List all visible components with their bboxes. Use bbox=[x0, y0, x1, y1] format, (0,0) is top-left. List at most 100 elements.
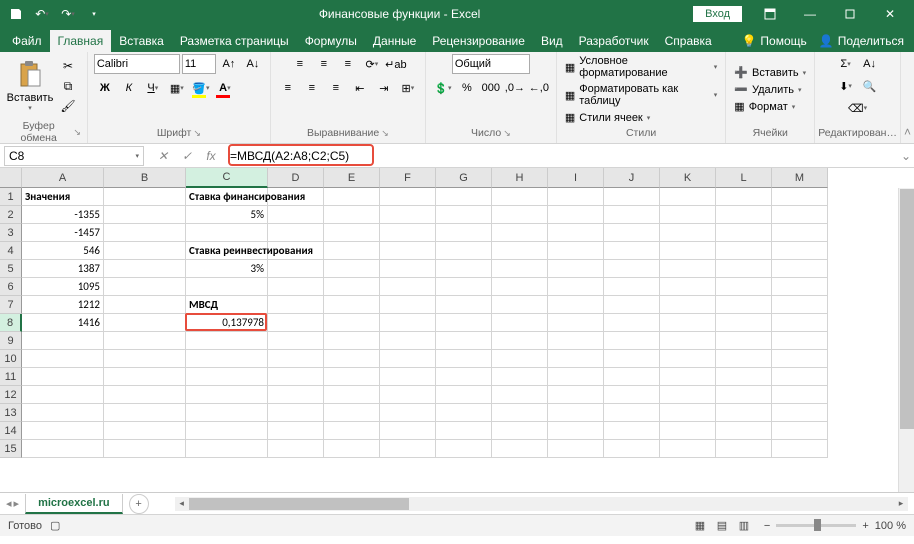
formula-bar[interactable]: =МВСД(A2:A8;C2;C5) bbox=[226, 146, 898, 166]
zoom-out-icon[interactable]: − bbox=[764, 520, 770, 532]
cell[interactable] bbox=[268, 296, 324, 314]
row-header[interactable]: 14 bbox=[0, 422, 22, 440]
wrap-text-icon[interactable]: ↵ab bbox=[385, 54, 407, 74]
share-button[interactable]: 👤Поделиться bbox=[813, 30, 910, 52]
add-sheet-button[interactable]: + bbox=[129, 494, 149, 514]
cell[interactable] bbox=[492, 314, 548, 332]
cell[interactable] bbox=[660, 404, 716, 422]
column-header[interactable]: I bbox=[548, 168, 604, 188]
decrease-decimal-icon[interactable]: ←,0 bbox=[528, 78, 550, 98]
cell[interactable]: 1416 bbox=[22, 314, 104, 332]
cell-styles-button[interactable]: ▦Стили ячеек▾ bbox=[563, 110, 719, 125]
cell[interactable] bbox=[492, 350, 548, 368]
cell[interactable]: МВСД bbox=[186, 296, 268, 314]
autosum-icon[interactable]: Σ▾ bbox=[835, 54, 857, 74]
zoom-thumb[interactable] bbox=[814, 519, 821, 531]
cell[interactable] bbox=[22, 440, 104, 458]
column-header[interactable]: F bbox=[380, 168, 436, 188]
cell[interactable] bbox=[436, 188, 492, 206]
cell[interactable] bbox=[548, 368, 604, 386]
cell[interactable] bbox=[716, 224, 772, 242]
cell[interactable] bbox=[186, 332, 268, 350]
cell[interactable] bbox=[436, 314, 492, 332]
horizontal-scrollbar[interactable]: ◂ ▸ bbox=[175, 497, 908, 511]
cell[interactable] bbox=[104, 224, 186, 242]
row-header[interactable]: 1 bbox=[0, 188, 22, 206]
cell[interactable] bbox=[492, 260, 548, 278]
name-box[interactable]: C8▾ bbox=[4, 146, 144, 166]
sheet-tab[interactable]: microexcel.ru bbox=[25, 494, 123, 514]
cell[interactable] bbox=[772, 440, 828, 458]
cell[interactable] bbox=[380, 260, 436, 278]
cell[interactable] bbox=[436, 422, 492, 440]
currency-icon[interactable]: 💲▾ bbox=[432, 78, 454, 98]
cell[interactable]: 546 bbox=[22, 242, 104, 260]
vertical-scroll-thumb[interactable] bbox=[900, 189, 914, 429]
column-header[interactable]: A bbox=[22, 168, 104, 188]
cell[interactable]: 1212 bbox=[22, 296, 104, 314]
sort-filter-icon[interactable]: A↓ bbox=[859, 54, 881, 74]
cell[interactable] bbox=[436, 404, 492, 422]
column-header[interactable]: L bbox=[716, 168, 772, 188]
hscroll-right-icon[interactable]: ▸ bbox=[894, 498, 908, 509]
cell[interactable] bbox=[548, 278, 604, 296]
row-header[interactable]: 8 bbox=[0, 314, 22, 332]
qat-customize-icon[interactable]: ▾ bbox=[82, 2, 106, 26]
indent-right-icon[interactable]: ⇥ bbox=[373, 78, 395, 98]
cell[interactable]: -1355 bbox=[22, 206, 104, 224]
cell[interactable]: 3% bbox=[186, 260, 268, 278]
normal-view-icon[interactable]: ▦ bbox=[690, 517, 710, 535]
cell[interactable] bbox=[548, 404, 604, 422]
cell[interactable] bbox=[268, 422, 324, 440]
cell[interactable] bbox=[324, 206, 380, 224]
tab-view[interactable]: Вид bbox=[533, 30, 571, 52]
merge-icon[interactable]: ⊞▾ bbox=[397, 78, 419, 98]
tab-home[interactable]: Главная bbox=[50, 30, 112, 52]
cell[interactable] bbox=[324, 350, 380, 368]
cell[interactable] bbox=[716, 296, 772, 314]
cell[interactable] bbox=[772, 242, 828, 260]
tab-data[interactable]: Данные bbox=[365, 30, 424, 52]
cell[interactable] bbox=[22, 332, 104, 350]
cell[interactable] bbox=[436, 224, 492, 242]
percent-icon[interactable]: % bbox=[456, 78, 478, 98]
cell[interactable] bbox=[548, 440, 604, 458]
row-header[interactable]: 4 bbox=[0, 242, 22, 260]
cell[interactable] bbox=[324, 314, 380, 332]
column-header[interactable]: D bbox=[268, 168, 324, 188]
cell[interactable] bbox=[104, 260, 186, 278]
cell[interactable] bbox=[660, 332, 716, 350]
row-header[interactable]: 12 bbox=[0, 386, 22, 404]
font-launcher-icon[interactable]: ↘ bbox=[193, 128, 201, 139]
cell[interactable] bbox=[716, 368, 772, 386]
cell[interactable] bbox=[548, 386, 604, 404]
cell[interactable]: Ставка финансирования bbox=[186, 188, 268, 206]
cell[interactable] bbox=[380, 386, 436, 404]
cell[interactable] bbox=[380, 188, 436, 206]
cell[interactable] bbox=[268, 278, 324, 296]
cell[interactable] bbox=[380, 404, 436, 422]
row-header[interactable]: 11 bbox=[0, 368, 22, 386]
page-layout-view-icon[interactable]: ▤ bbox=[712, 517, 732, 535]
cell[interactable] bbox=[268, 242, 324, 260]
cell[interactable] bbox=[604, 368, 660, 386]
cell[interactable] bbox=[772, 368, 828, 386]
align-bottom-icon[interactable]: ≡ bbox=[337, 54, 359, 74]
cell[interactable] bbox=[436, 296, 492, 314]
cell[interactable] bbox=[268, 386, 324, 404]
cell[interactable] bbox=[492, 188, 548, 206]
cell[interactable] bbox=[772, 422, 828, 440]
zoom-slider[interactable] bbox=[776, 524, 856, 527]
cell[interactable] bbox=[660, 350, 716, 368]
tab-layout[interactable]: Разметка страницы bbox=[172, 30, 297, 52]
cell[interactable] bbox=[492, 296, 548, 314]
cell[interactable] bbox=[186, 224, 268, 242]
cell[interactable] bbox=[716, 314, 772, 332]
column-header[interactable]: G bbox=[436, 168, 492, 188]
cell[interactable] bbox=[324, 296, 380, 314]
align-left-icon[interactable]: ≡ bbox=[277, 78, 299, 98]
cell[interactable] bbox=[716, 386, 772, 404]
indent-left-icon[interactable]: ⇤ bbox=[349, 78, 371, 98]
cell[interactable] bbox=[324, 332, 380, 350]
redo-icon[interactable]: ↷▾ bbox=[56, 2, 80, 26]
